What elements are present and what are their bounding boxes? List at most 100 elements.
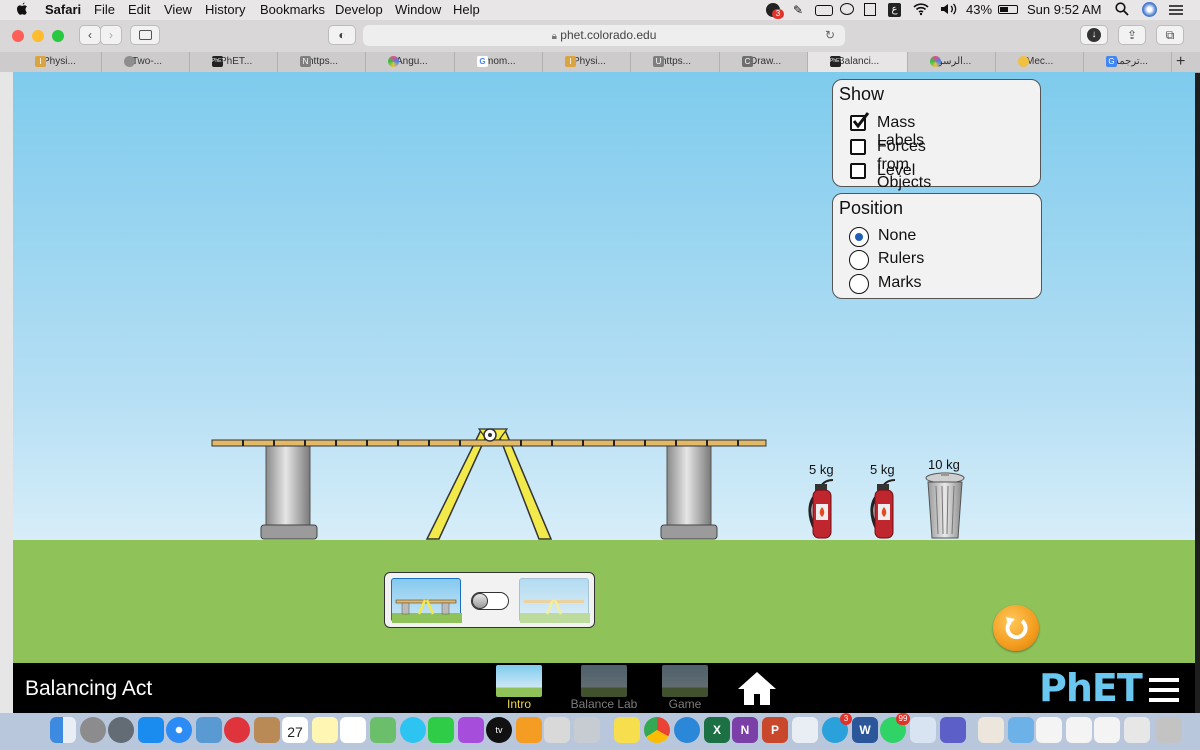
podcasts-icon[interactable]: [458, 717, 484, 743]
teams-icon[interactable]: [940, 717, 966, 743]
supports-toggle-switch[interactable]: [471, 592, 509, 610]
facetime-icon[interactable]: [428, 717, 454, 743]
powerpoint-icon[interactable]: P: [762, 717, 788, 743]
browser-tab[interactable]: Uhttps...: [631, 52, 720, 72]
script-editor-icon[interactable]: [792, 717, 818, 743]
menu-bookmarks[interactable]: Bookmarks: [260, 2, 325, 17]
mask-icon[interactable]: [840, 3, 854, 15]
preview-icon[interactable]: [196, 717, 222, 743]
keynote-icon[interactable]: [574, 717, 600, 743]
spotlight-search-icon[interactable]: [1115, 2, 1129, 19]
battery-icon[interactable]: [998, 5, 1018, 14]
screen-button-intro[interactable]: Intro: [489, 665, 549, 711]
onenote-icon[interactable]: N: [732, 717, 758, 743]
address-bar[interactable]: 🔒︎ phet.colorado.edu ↻: [363, 25, 845, 46]
menu-window[interactable]: Window: [395, 2, 441, 17]
browser-tab[interactable]: Two-...: [102, 52, 190, 72]
menu-file[interactable]: File: [94, 2, 115, 17]
app-store-icon[interactable]: [138, 717, 164, 743]
close-window-button[interactable]: [12, 30, 24, 42]
control-center-icon[interactable]: [1168, 3, 1184, 20]
phet-menu-button[interactable]: [1149, 677, 1179, 708]
browser-tab[interactable]: Nhttps...: [278, 52, 366, 72]
menu-help[interactable]: Help: [453, 2, 480, 17]
pen-icon[interactable]: ✎: [793, 3, 803, 17]
browser-tab[interactable]: Angu...: [366, 52, 455, 72]
trash-icon[interactable]: [1156, 717, 1182, 743]
browser-tab[interactable]: C Draw...: [720, 52, 808, 72]
quicktime-icon[interactable]: [674, 717, 700, 743]
finder-icon[interactable]: [50, 717, 76, 743]
menu-app-name[interactable]: Safari: [45, 2, 81, 17]
screen-button-game[interactable]: Game: [655, 665, 715, 711]
siri-icon[interactable]: [1142, 2, 1157, 17]
coffee-app-icon[interactable]: [978, 717, 1004, 743]
folder-icon[interactable]: [1008, 717, 1034, 743]
menu-history[interactable]: History: [205, 2, 245, 17]
fire-extinguisher-icon[interactable]: [870, 479, 896, 539]
supports-on-button[interactable]: [391, 578, 462, 623]
new-tab-button[interactable]: +: [1176, 52, 1185, 72]
browser-tab[interactable]: PhET PhET...: [190, 52, 278, 72]
document-stack-icon[interactable]: [1066, 717, 1092, 743]
supports-off-button[interactable]: [519, 578, 590, 623]
maps-icon[interactable]: [370, 717, 396, 743]
stickies-icon[interactable]: [614, 717, 640, 743]
clock[interactable]: Sun 9:52 AM: [1027, 2, 1101, 17]
forward-button[interactable]: ›: [100, 25, 122, 45]
fire-extinguisher-icon[interactable]: [808, 479, 834, 539]
privacy-shield-button[interactable]: ◐: [328, 25, 356, 45]
document-stack-icon[interactable]: [1094, 717, 1120, 743]
browser-tab[interactable]: Gmom...: [455, 52, 543, 72]
menu-develop[interactable]: Develop: [335, 2, 383, 17]
apple-tv-icon[interactable]: tv: [486, 717, 512, 743]
zoom-window-button[interactable]: [52, 30, 64, 42]
chrome-icon[interactable]: [644, 717, 670, 743]
system-preferences-icon[interactable]: [80, 717, 106, 743]
volume-icon[interactable]: [940, 2, 960, 19]
back-button[interactable]: ‹: [79, 25, 101, 45]
launchpad-icon[interactable]: [108, 717, 134, 743]
sidebar-toggle-button[interactable]: [130, 25, 160, 45]
downloads-button[interactable]: ↓: [1080, 25, 1108, 45]
notes-icon[interactable]: [312, 717, 338, 743]
screenshot-icon[interactable]: [544, 717, 570, 743]
tab-overview-button[interactable]: ⧉: [1156, 25, 1184, 45]
reminders-icon[interactable]: [340, 717, 366, 743]
apple-icon[interactable]: [16, 2, 28, 19]
toggle-knob[interactable]: [472, 593, 488, 609]
share-button[interactable]: ⇪: [1118, 25, 1146, 45]
calendar-icon[interactable]: 27: [282, 717, 308, 743]
keynote-presentation-icon[interactable]: [910, 717, 936, 743]
phet-logo[interactable]: PhET: [1039, 666, 1143, 710]
browser-tab[interactable]: I Physi...: [543, 52, 631, 72]
news-icon[interactable]: [224, 717, 250, 743]
document-icon[interactable]: [864, 3, 876, 16]
display-icon[interactable]: [815, 5, 833, 16]
screen-button-balance-lab[interactable]: Balance Lab: [564, 665, 644, 711]
browser-tab-active[interactable]: PhET Balanci...: [808, 52, 908, 72]
telegram-icon[interactable]: 3: [822, 713, 852, 743]
word-icon[interactable]: W: [852, 717, 878, 743]
notebook-icon[interactable]: [254, 717, 280, 743]
whatsapp-icon[interactable]: 99: [880, 713, 910, 743]
trash-can-icon[interactable]: [925, 472, 965, 539]
messages-icon[interactable]: [400, 717, 426, 743]
minimize-window-button[interactable]: [32, 30, 44, 42]
status-app-icon[interactable]: 3: [766, 3, 784, 19]
excel-icon[interactable]: X: [704, 717, 730, 743]
menu-view[interactable]: View: [164, 2, 192, 17]
menu-edit[interactable]: Edit: [128, 2, 150, 17]
browser-tab[interactable]: الرسو...: [908, 52, 996, 72]
browser-tab[interactable]: Mec...: [996, 52, 1084, 72]
keyboard-layout-icon[interactable]: ع: [888, 3, 901, 17]
reset-all-button[interactable]: [993, 605, 1039, 651]
reload-icon[interactable]: ↻: [825, 25, 835, 46]
document-stack-icon[interactable]: [1036, 717, 1062, 743]
books-icon[interactable]: [516, 717, 542, 743]
wifi-icon[interactable]: [913, 2, 929, 19]
browser-tab[interactable]: G ترجمة...: [1084, 52, 1172, 72]
safari-icon[interactable]: [166, 717, 192, 743]
downloads-stack-icon[interactable]: [1124, 717, 1150, 743]
home-button[interactable]: [735, 669, 779, 712]
